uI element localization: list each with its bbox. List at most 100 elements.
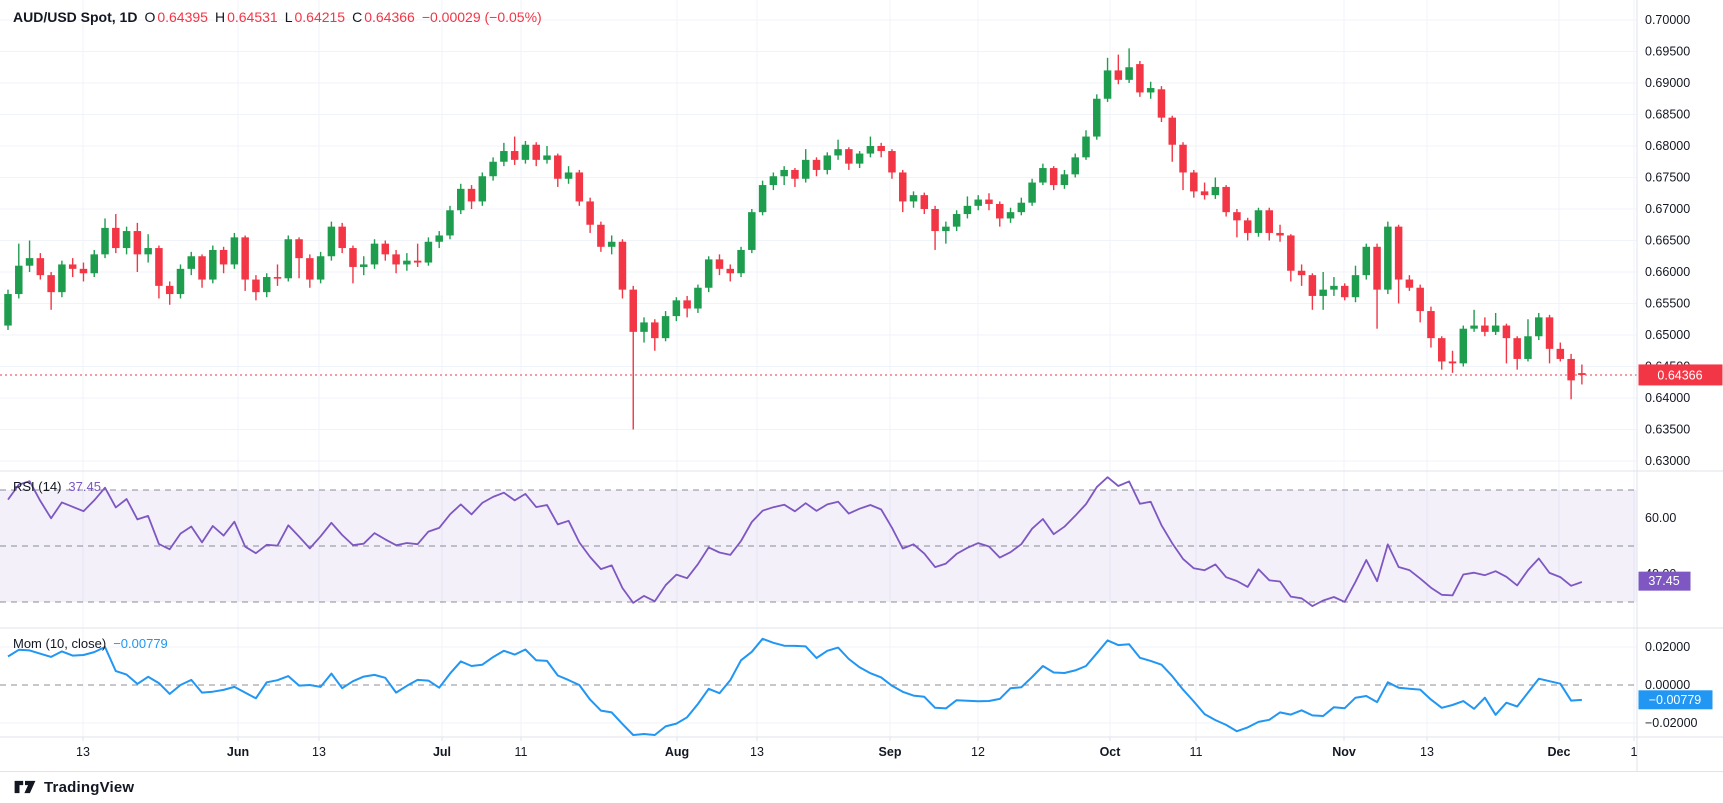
candle-body: [576, 172, 584, 201]
candle-body: [188, 256, 196, 269]
candle-body: [457, 189, 465, 210]
rsi-value: 37.45: [68, 479, 101, 494]
tradingview-logo-icon[interactable]: [14, 777, 36, 797]
candle-body: [1481, 326, 1489, 332]
candle-body: [80, 269, 88, 273]
candle-body: [985, 200, 993, 204]
candle-body: [360, 264, 368, 267]
candle-body: [435, 235, 443, 241]
candle-body: [144, 248, 152, 254]
ohlc-low: L 0.64215: [285, 9, 345, 25]
candle-body: [1115, 70, 1123, 79]
candle-body: [1470, 326, 1478, 329]
candle-body: [1255, 210, 1263, 233]
candle-body: [1557, 349, 1565, 359]
candle-body: [856, 154, 864, 164]
candle-body: [996, 204, 1004, 218]
candle-body: [619, 242, 627, 290]
candle-body: [629, 290, 637, 332]
candle-body: [888, 151, 896, 172]
ohlc-close: C 0.64366: [352, 9, 415, 25]
candle-body: [1363, 247, 1371, 275]
candle-body: [252, 280, 260, 293]
candle-body: [285, 239, 293, 278]
candle-body: [1082, 137, 1090, 158]
candle-body: [263, 277, 271, 292]
candle-body: [1352, 275, 1360, 297]
candle-body: [759, 185, 767, 212]
time-axis[interactable]: [0, 737, 1637, 771]
candle-body: [112, 228, 120, 248]
open-value: 0.64395: [157, 9, 208, 25]
candle-body: [317, 256, 325, 279]
candle-body: [813, 160, 821, 170]
candle-body: [899, 172, 907, 201]
candle-body: [1460, 329, 1468, 364]
chart-window: 0.700000.695000.690000.685000.680000.675…: [0, 0, 1723, 803]
candle-body: [349, 248, 357, 267]
candle-body: [673, 300, 681, 316]
candle-body: [640, 322, 648, 331]
candle-body: [1395, 227, 1403, 280]
candle-body: [446, 210, 454, 235]
candle-body: [867, 146, 875, 154]
candle-body: [1416, 288, 1424, 311]
candle-body: [1028, 183, 1036, 203]
candle-body: [964, 206, 972, 214]
candle-body: [770, 176, 778, 185]
candle-body: [500, 151, 508, 162]
candle-body: [231, 237, 239, 264]
candle-body: [1266, 210, 1274, 233]
candle-body: [295, 239, 303, 258]
candle-body: [1104, 70, 1112, 98]
candle-body: [306, 258, 314, 279]
candle-body: [543, 155, 551, 159]
candle-body: [532, 145, 540, 160]
tradingview-wordmark[interactable]: TradingView: [44, 779, 134, 796]
candle-body: [15, 266, 22, 294]
candle-body: [824, 155, 832, 169]
candle-body: [791, 170, 799, 179]
candle-body: [748, 212, 756, 250]
candle-body: [338, 227, 346, 248]
candle-body: [1384, 227, 1392, 290]
high-key: H: [215, 9, 225, 25]
candle-body: [565, 172, 573, 178]
candle-body: [1212, 187, 1220, 195]
candle-body: [382, 244, 390, 255]
candle-body: [468, 189, 476, 202]
candle-body: [1373, 247, 1381, 290]
momentum-legend[interactable]: Mom (10, close) −0.00779: [13, 636, 168, 651]
candle-body: [274, 277, 282, 279]
rsi-legend[interactable]: RSI (14) 37.45: [13, 479, 101, 494]
candle-body: [489, 162, 497, 176]
candle-body: [1233, 212, 1241, 220]
candle-body: [1438, 338, 1446, 361]
candle-body: [1061, 174, 1069, 185]
candle-body: [1513, 338, 1521, 359]
candle-body: [974, 200, 982, 206]
chart-canvas[interactable]: 0.700000.695000.690000.685000.680000.675…: [0, 0, 1723, 771]
symbol-legend[interactable]: AUD/USD Spot, 1D O 0.64395 H 0.64531 L 0…: [13, 9, 542, 25]
candle-body: [1190, 172, 1198, 191]
candle-body: [123, 231, 131, 248]
ohlc-high: H 0.64531: [215, 9, 278, 25]
candle-body: [177, 269, 185, 294]
candle-body: [1039, 168, 1047, 182]
candle-body: [597, 225, 605, 247]
candle-body: [1136, 64, 1144, 92]
candle-body: [1201, 191, 1209, 195]
high-value: 0.64531: [227, 9, 278, 25]
candle-body: [1309, 275, 1317, 296]
candle-body: [1330, 286, 1338, 290]
momentum-value: −0.00779: [113, 636, 168, 651]
candle-body: [834, 149, 842, 155]
candle-body: [1050, 168, 1058, 185]
candle-body: [942, 227, 950, 231]
candle-body: [1244, 220, 1252, 233]
candle-body: [1492, 326, 1500, 332]
candle-body: [727, 269, 735, 273]
candle-body: [134, 231, 142, 254]
price-axis[interactable]: [1637, 0, 1723, 737]
candle-body: [877, 146, 885, 151]
